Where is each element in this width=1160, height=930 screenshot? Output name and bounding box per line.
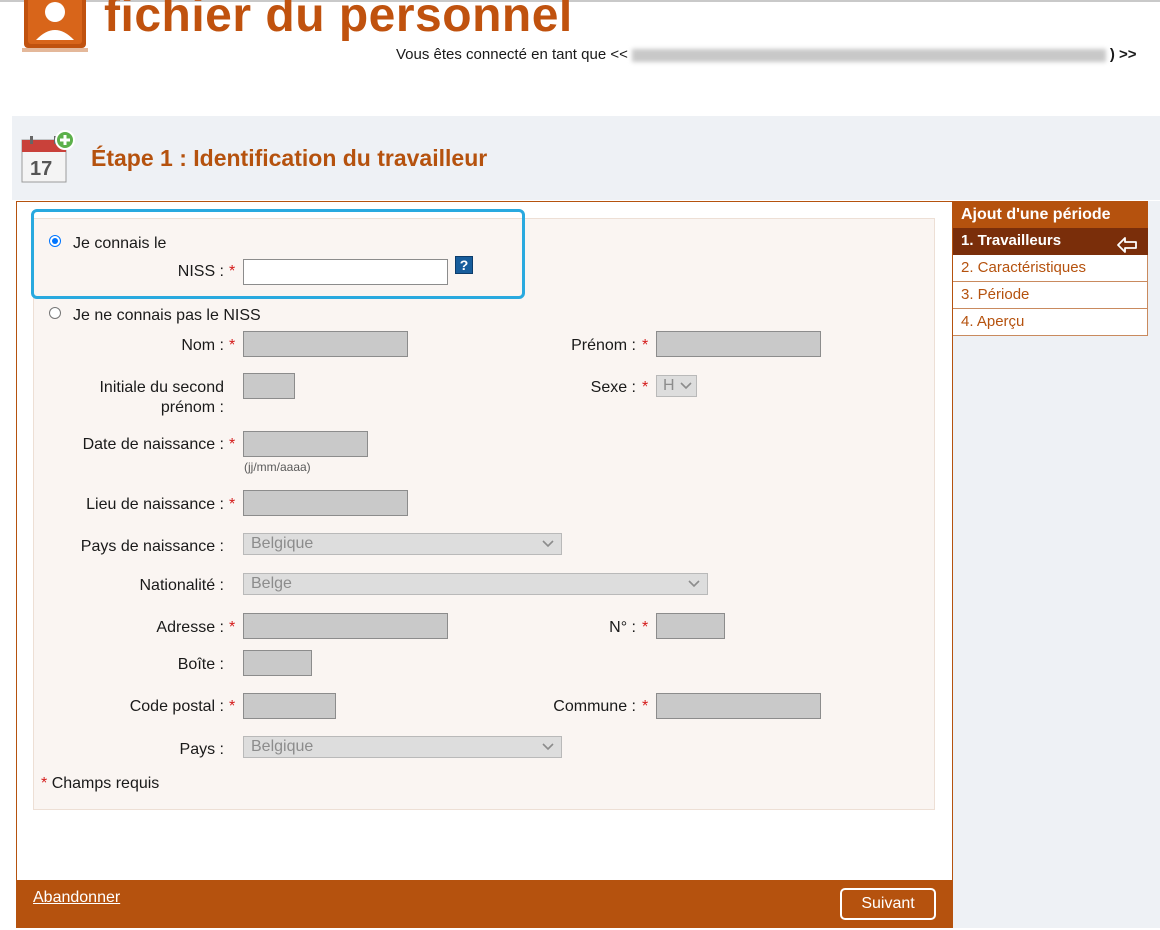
sidebar-item-apercu[interactable]: 4. Aperçu <box>953 309 1148 336</box>
nationalite-select[interactable]: Belge <box>243 573 708 595</box>
required-star: * <box>229 436 236 453</box>
next-button[interactable]: Suivant <box>840 888 936 920</box>
date-input[interactable] <box>243 431 368 457</box>
connected-suffix: ) >> <box>1109 46 1137 63</box>
sidebar-heading: Ajout d'une période <box>953 201 1148 228</box>
calendar-day: 17 <box>30 158 52 180</box>
adresse-input[interactable] <box>243 613 448 639</box>
required-star: * <box>642 379 649 396</box>
nationalite-label: Nationalité : <box>139 577 225 594</box>
required-star: * <box>642 337 649 354</box>
step-title: Étape 1 : Identification du travailleur <box>91 145 488 171</box>
chevron-down-icon <box>542 540 554 548</box>
commune-label: Commune : <box>553 698 636 715</box>
date-format-hint: (jj/mm/aaaa) <box>244 460 311 474</box>
action-bar <box>16 880 952 928</box>
required-note: * Champs requis <box>41 775 159 793</box>
lieu-input[interactable] <box>243 490 408 516</box>
connected-user-text: Vous êtes connecté en tant que << ) >> <box>396 46 1137 63</box>
pays-naissance-label: Pays de naissance : <box>80 538 224 555</box>
initiale-input[interactable] <box>243 373 295 399</box>
nom-input[interactable] <box>243 331 408 357</box>
required-star: * <box>41 775 48 792</box>
pays-naissance-select[interactable]: Belgique <box>243 533 562 555</box>
connected-prefix: Vous êtes connecté en tant que << <box>396 46 628 63</box>
lieu-label: Lieu de naissance : <box>86 496 224 513</box>
chevron-down-icon <box>688 580 700 588</box>
sexe-label: Sexe : <box>590 379 636 396</box>
focus-highlight-box <box>31 209 525 299</box>
required-note-text: Champs requis <box>51 775 160 792</box>
sidebar-item-periode[interactable]: 3. Période <box>953 282 1148 309</box>
app-title: fichier du personnel <box>104 0 573 42</box>
option-unknown-label: Je ne connais pas le NISS <box>73 307 261 324</box>
adresse-label: Adresse : <box>156 619 224 636</box>
boite-label: Boîte : <box>177 656 224 673</box>
abandon-link[interactable]: Abandonner <box>33 889 120 907</box>
required-star: * <box>642 619 649 636</box>
pays-select[interactable]: Belgique <box>243 736 562 758</box>
nom-label: Nom : <box>181 337 224 354</box>
pays-label: Pays : <box>179 741 224 758</box>
pays-naissance-value: Belgique <box>251 535 314 552</box>
required-star: * <box>229 619 236 636</box>
required-star: * <box>229 337 236 354</box>
sidebar-item-caracteristiques[interactable]: 2. Caractéristiques <box>953 255 1148 282</box>
numero-label: N° : <box>609 619 636 636</box>
initiale-label-line2: prénom : <box>160 399 224 416</box>
commune-input[interactable] <box>656 693 821 719</box>
initiale-label-line1: Initiale du second <box>99 379 224 396</box>
prenom-input[interactable] <box>656 331 821 357</box>
numero-input[interactable] <box>656 613 725 639</box>
required-star: * <box>229 496 236 513</box>
nationalite-value: Belge <box>251 575 292 592</box>
date-label: Date de naissance : <box>82 436 224 453</box>
radio-unknown-niss[interactable] <box>49 307 61 319</box>
arrow-left-icon <box>1117 237 1137 253</box>
required-star: * <box>229 698 236 715</box>
redacted-user <box>631 48 1106 62</box>
pays-value: Belgique <box>251 738 314 755</box>
code-postal-input[interactable] <box>243 693 336 719</box>
code-postal-label: Code postal : <box>129 698 224 715</box>
chevron-down-icon <box>542 743 554 751</box>
sexe-select[interactable]: H <box>656 375 697 397</box>
boite-input[interactable] <box>243 650 312 676</box>
prenom-label: Prénom : <box>571 337 636 354</box>
person-logo-icon <box>22 0 88 52</box>
chevron-down-icon <box>680 382 692 390</box>
required-star: * <box>642 698 649 715</box>
calendar-add-icon: 17 <box>21 130 75 183</box>
sexe-value: H <box>663 377 675 394</box>
